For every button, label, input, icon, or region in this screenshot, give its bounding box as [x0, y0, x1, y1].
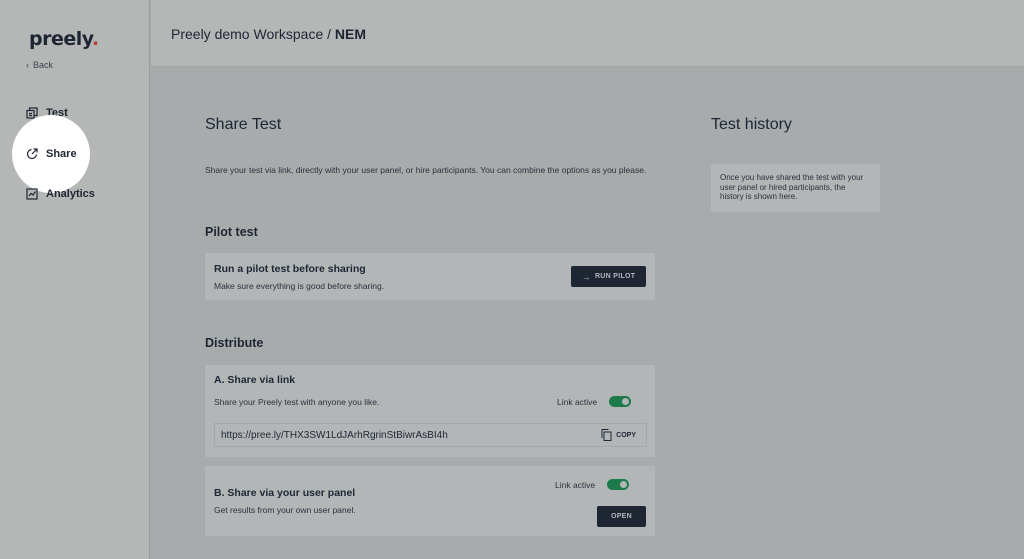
- history-panel: Once you have shared the test with your …: [711, 164, 880, 212]
- pilot-section-title: Pilot test: [205, 225, 258, 239]
- page-description: Share your test via link, directly with …: [205, 165, 647, 175]
- preely-logo[interactable]: preely.: [29, 28, 99, 50]
- share-panel-card: B. Share via your user panel Get results…: [205, 466, 655, 536]
- pilot-card-title: Run a pilot test before sharing: [214, 263, 366, 275]
- panel-link-active-row: Link active: [555, 479, 630, 490]
- sidebar-item-label: Analytics: [46, 188, 95, 200]
- history-text: Once you have shared the test with your …: [720, 173, 864, 201]
- chart-icon: [26, 188, 38, 200]
- chevron-left-icon: ‹: [26, 60, 29, 70]
- share-icon: [26, 148, 38, 160]
- back-link[interactable]: ‹ Back: [26, 60, 53, 70]
- share-panel-sub: Get results from your own user panel.: [214, 505, 356, 515]
- sidebar-item-label: Share: [46, 148, 77, 160]
- panel-link-active-toggle[interactable]: [607, 479, 630, 490]
- distribute-section-title: Distribute: [205, 336, 264, 350]
- panel-link-active-label: Link active: [555, 479, 596, 490]
- copy-icon: [601, 429, 612, 441]
- history-title: Test history: [711, 116, 792, 133]
- breadcrumb-workspace[interactable]: Preely demo Workspace /: [171, 26, 331, 42]
- pilot-card-sub: Make sure everything is good before shar…: [214, 281, 385, 291]
- arrow-right-icon: →: [581, 271, 591, 282]
- share-panel-title: B. Share via your user panel: [214, 487, 356, 499]
- sidebar-item-share[interactable]: Share: [26, 148, 77, 160]
- share-link-title: A. Share via link: [214, 374, 296, 386]
- share-url-text: https://pree.ly/THX3SW1LdJArhRgrinStBiwr…: [221, 430, 448, 441]
- share-link-sub: Share your Preely test with anyone you l…: [214, 397, 380, 407]
- link-active-row: Link active: [557, 396, 632, 407]
- breadcrumb: Preely demo Workspace / NEM: [171, 26, 366, 42]
- sidebar: preely. ‹ Back Test Share Analytics: [0, 0, 150, 559]
- page-title: Share Test: [205, 116, 282, 133]
- pilot-card: Run a pilot test before sharing Make sur…: [205, 253, 655, 300]
- open-button[interactable]: OPEN: [597, 506, 646, 527]
- copy-button[interactable]: COPY: [601, 429, 636, 441]
- top-header: Preely demo Workspace / NEM: [151, 0, 1024, 67]
- back-label: Back: [33, 60, 54, 70]
- share-link-card: A. Share via link Share your Preely test…: [205, 365, 655, 457]
- link-active-toggle[interactable]: [609, 396, 632, 407]
- breadcrumb-project: NEM: [334, 26, 367, 42]
- link-active-label: Link active: [557, 396, 598, 407]
- share-url-field[interactable]: https://pree.ly/THX3SW1LdJArhRgrinStBiwr…: [214, 423, 647, 447]
- run-pilot-button[interactable]: → RUN PILOT: [571, 266, 646, 287]
- sidebar-item-analytics[interactable]: Analytics: [26, 188, 95, 200]
